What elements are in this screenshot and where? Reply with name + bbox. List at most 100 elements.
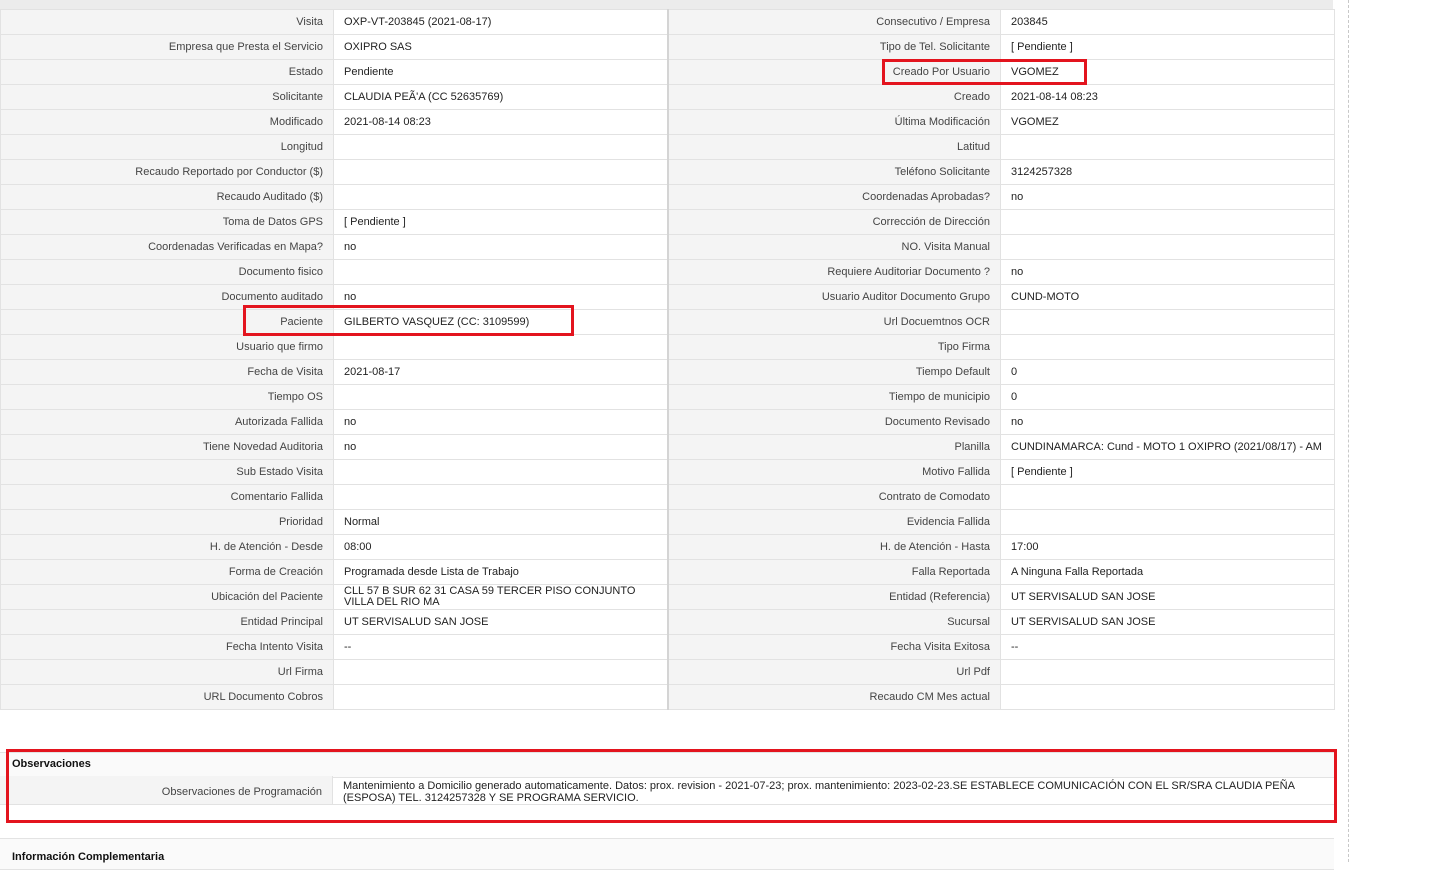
field-label: Fecha Visita Exitosa [667,634,1001,660]
field-value [333,684,669,710]
field-value [333,134,669,160]
field-value: 2021-08-14 08:23 [1000,84,1335,110]
complementaria-title: Información Complementaria [12,851,165,863]
field-value: no [1000,184,1335,210]
detail-row: Sub Estado Visita Motivo Fallida[ Pendien… [0,459,1335,485]
field-value: [ Pendiente ] [333,209,669,235]
detail-row: Estado Pendiente Creado Por Usuario VGOMEZ [0,59,1335,85]
field-value: CUND-MOTO [1000,284,1335,310]
field-value: [ Pendiente ] [1000,34,1335,60]
detail-row: Prioridad Normal Evidencia Fallida [0,509,1335,535]
complementaria-section-header: Información Complementaria [0,838,1334,870]
field-value [333,384,669,410]
field-label: Documento fisico [0,259,334,285]
field-value: -- [1000,634,1335,660]
field-value: 0 [1000,384,1335,410]
field-label: Toma de Datos GPS [0,209,334,235]
field-label: Planilla [667,434,1001,460]
field-value: 17:00 [1000,534,1335,560]
field-label: Autorizada Fallida [0,409,334,435]
field-label: Teléfono Solicitante [667,159,1001,185]
field-value: 3124257328 [1000,159,1335,185]
field-value: CUNDINAMARCA: Cund - MOTO 1 OXIPRO (2021… [1000,434,1335,460]
highlight-observaciones [6,749,1337,823]
field-label: Sucursal [667,609,1001,635]
field-value [1000,509,1335,535]
field-value [1000,659,1335,685]
field-value: no [1000,409,1335,435]
detail-row: Toma de Datos GPS[ Pendiente ] Corrección… [0,209,1335,235]
field-value: no [333,434,669,460]
field-label: Latitud [667,134,1001,160]
field-value: A Ninguna Falla Reportada [1000,559,1335,585]
field-value: no [333,409,669,435]
field-label: Evidencia Fallida [667,509,1001,535]
detail-row: Empresa que Presta el Servicio OXIPRO SAS… [0,34,1335,60]
detail-row: Fecha de Visita 2021-08-17 Tiempo Default… [0,359,1335,385]
detail-row: Autorizada Fallida no Documento Revisado … [0,409,1335,435]
highlight-paciente [243,305,574,336]
field-label: H. de Atención - Desde [0,534,334,560]
visit-details-table: Visita OXP-VT-203845 (2021-08-17) Consecut… [0,9,1335,710]
field-label: Prioridad [0,509,334,535]
field-value [333,484,669,510]
detail-row: Longitud Latitud [0,134,1335,160]
field-value: 08:00 [333,534,669,560]
field-label: Coordenadas Verificadas en Mapa? [0,234,334,260]
field-value: 0 [1000,359,1335,385]
detail-row: Url Firma Url Pdf [0,659,1335,685]
field-label: Tiene Novedad Auditoria [0,434,334,460]
field-label: Motivo Fallida [667,459,1001,485]
field-value [1000,309,1335,335]
field-value: [ Pendiente ] [1000,459,1335,485]
field-label: Recaudo Reportado por Conductor ($) [0,159,334,185]
field-value: UT SERVISALUD SAN JOSE [1000,584,1335,610]
field-value [1000,209,1335,235]
field-value: OXIPRO SAS [333,34,669,60]
field-label: Coordenadas Aprobadas? [667,184,1001,210]
highlight-creado-por-usuario [882,59,1087,85]
detail-row: Fecha Intento Visita -- Fecha Visita Exit… [0,634,1335,660]
field-label: Contrato de Comodato [667,484,1001,510]
field-value: CLL 57 B SUR 62 31 CASA 59 TERCER PISO C… [333,584,669,610]
field-label: Corrección de Dirección [667,209,1001,235]
field-value: OXP-VT-203845 (2021-08-17) [333,9,669,35]
detail-row: Solicitante CLAUDIA PEÃ'A (CC 52635769) Cr… [0,84,1335,110]
detail-row: Usuario que firmo Tipo Firma [0,334,1335,360]
field-value [333,184,669,210]
field-value [1000,684,1335,710]
field-label: Usuario que firmo [0,334,334,360]
field-label: Creado [667,84,1001,110]
field-label: Tiempo Default [667,359,1001,385]
field-label: Visita [0,9,334,35]
field-value: Normal [333,509,669,535]
field-label: Forma de Creación [0,559,334,585]
field-value: VGOMEZ [1000,109,1335,135]
field-label: Falla Reportada [667,559,1001,585]
field-value [1000,484,1335,510]
field-value [333,659,669,685]
detail-row: Coordenadas Verificadas en Mapa? no NO. V… [0,234,1335,260]
field-value: 2021-08-17 [333,359,669,385]
field-label: Tipo Firma [667,334,1001,360]
field-label: Entidad Principal [0,609,334,635]
detail-row: Entidad Principal UT SERVISALUD SAN JOSE S… [0,609,1335,635]
field-label: Tiempo de municipio [667,384,1001,410]
field-label: URL Documento Cobros [0,684,334,710]
field-label: Consecutivo / Empresa [667,9,1001,35]
field-label: Fecha de Visita [0,359,334,385]
field-value: no [1000,259,1335,285]
field-value: UT SERVISALUD SAN JOSE [333,609,669,635]
field-value [333,334,669,360]
field-label: Recaudo CM Mes actual [667,684,1001,710]
detail-row: Recaudo Reportado por Conductor ($) Teléf… [0,159,1335,185]
detail-row: Ubicación del Paciente CLL 57 B SUR 62 31… [0,584,1335,610]
detail-row: Modificado 2021-08-14 08:23 Última Modific… [0,109,1335,135]
field-value: no [333,234,669,260]
field-label: Longitud [0,134,334,160]
detail-row: Comentario Fallida Contrato de Comodato [0,484,1335,510]
field-value [1000,234,1335,260]
field-value: Pendiente [333,59,669,85]
field-label: Comentario Fallida [0,484,334,510]
field-label: Recaudo Auditado ($) [0,184,334,210]
